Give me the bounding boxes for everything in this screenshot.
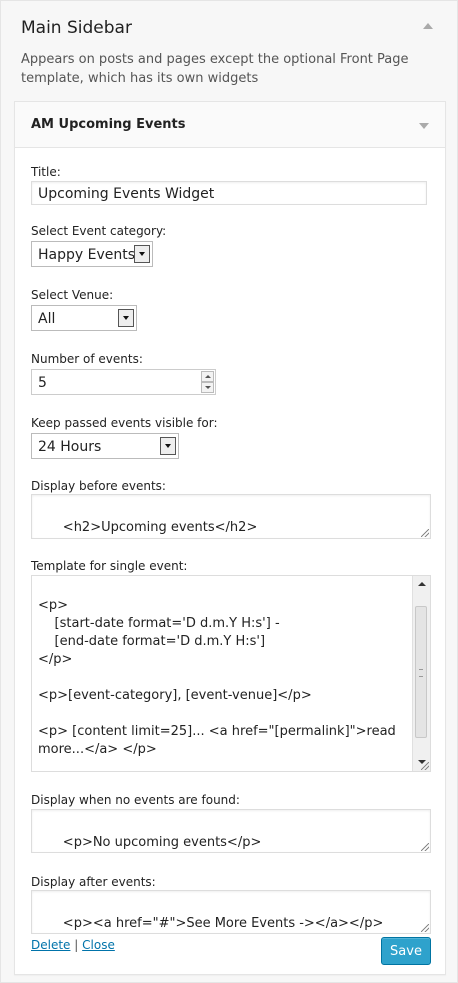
venue-select-value: All — [38, 311, 56, 327]
stepper-buttons — [201, 371, 214, 393]
main-sidebar: Main Sidebar Appears on posts and pages … — [0, 0, 458, 983]
resize-handle-icon[interactable] — [421, 762, 429, 770]
keep-visible-select[interactable]: 24 Hours — [31, 433, 179, 459]
scroll-up-arrow-icon[interactable] — [413, 576, 430, 593]
title-label: Title: — [31, 165, 61, 179]
widget-control-links: Delete | Close — [31, 938, 115, 952]
stepper-up-icon[interactable] — [201, 371, 214, 382]
number-label: Number of events: — [31, 352, 143, 366]
keep-visible-value: 24 Hours — [38, 439, 102, 455]
before-events-textarea[interactable]: <h2>Upcoming events</h2> — [31, 494, 431, 539]
venue-select[interactable]: All — [31, 305, 137, 331]
template-textarea[interactable]: <p> [start-date format='D d.m.Y H:s'] - … — [31, 575, 431, 772]
number-value: 5 — [38, 375, 47, 391]
template-value: <p> [start-date format='D d.m.Y H:s'] - … — [38, 598, 396, 757]
link-separator: | — [74, 938, 79, 952]
no-events-textarea[interactable]: <p>No upcoming events</p> — [31, 809, 431, 853]
resize-handle-icon[interactable] — [421, 529, 429, 537]
template-label: Template for single event: — [31, 559, 188, 573]
dropdown-arrow-icon[interactable] — [134, 245, 150, 263]
category-label: Select Event category: — [31, 224, 167, 238]
sidebar-header[interactable]: Main Sidebar — [1, 1, 457, 45]
dropdown-arrow-icon[interactable] — [160, 437, 176, 455]
stepper-down-icon[interactable] — [201, 382, 214, 393]
category-select[interactable]: Happy Events — [31, 241, 153, 267]
category-select-value: Happy Events — [38, 247, 136, 263]
save-button[interactable]: Save — [381, 937, 431, 965]
close-link[interactable]: Close — [82, 938, 115, 952]
no-events-label: Display when no events are found: — [31, 793, 240, 807]
number-stepper[interactable]: 5 — [31, 369, 216, 395]
dropdown-arrow-icon[interactable] — [118, 309, 134, 327]
expand-arrow-icon[interactable] — [419, 123, 429, 129]
keep-visible-label: Keep passed events visible for: — [31, 416, 218, 430]
resize-handle-icon[interactable] — [421, 843, 429, 851]
title-input[interactable]: Upcoming Events Widget — [31, 181, 427, 205]
scrollbar-thumb[interactable] — [415, 606, 427, 738]
no-events-value: <p>No upcoming events</p> — [62, 835, 262, 850]
delete-link[interactable]: Delete — [31, 938, 70, 952]
before-events-label: Display before events: — [31, 479, 166, 493]
template-scrollbar[interactable] — [412, 576, 430, 771]
collapse-arrow-icon[interactable] — [423, 23, 433, 29]
sidebar-description: Appears on posts and pages except the op… — [21, 52, 409, 86]
after-events-textarea[interactable]: <p><a href="#">See More Events -></a></p… — [31, 890, 431, 934]
resize-handle-icon[interactable] — [421, 924, 429, 932]
widget-title: AM Upcoming Events — [31, 117, 186, 132]
upcoming-events-widget: AM Upcoming Events Title: Upcoming Event… — [14, 101, 446, 975]
venue-label: Select Venue: — [31, 288, 114, 302]
sidebar-title: Main Sidebar — [21, 18, 132, 38]
after-events-label: Display after events: — [31, 875, 156, 889]
after-events-value: <p><a href="#">See More Events -></a></p… — [62, 916, 384, 931]
before-events-value: <h2>Upcoming events</h2> — [62, 520, 258, 535]
widget-header[interactable]: AM Upcoming Events — [15, 102, 445, 148]
